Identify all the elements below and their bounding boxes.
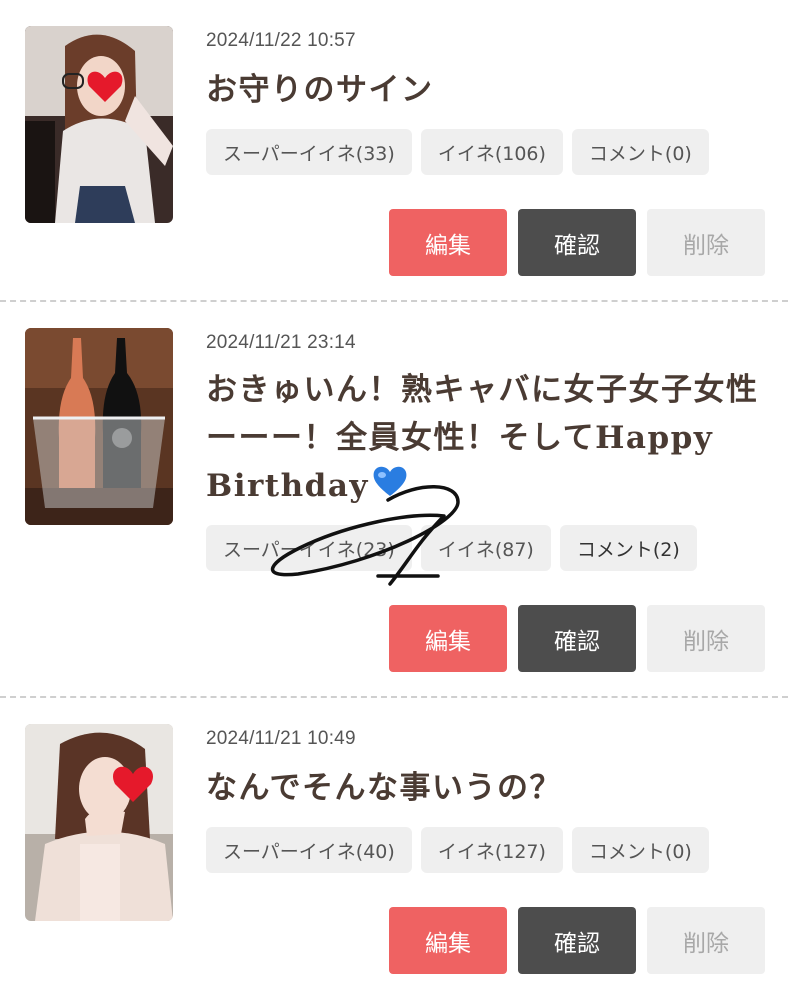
- post-title[interactable]: お守りのサイン: [206, 66, 766, 114]
- like-count[interactable]: イイネ(127): [420, 827, 563, 873]
- post-actions: 編集 確認 削除: [389, 907, 765, 974]
- confirm-button[interactable]: 確認: [518, 907, 636, 974]
- delete-button[interactable]: 削除: [647, 209, 765, 276]
- post-thumbnail[interactable]: [25, 26, 173, 223]
- super-like-count[interactable]: スーパーイイネ(23): [206, 525, 412, 571]
- post-actions: 編集 確認 削除: [389, 209, 765, 276]
- comment-count[interactable]: コメント(0): [571, 129, 709, 175]
- post-card: 2024/11/21 23:14 おきゅいん！熟キャバに女子女子女性ーーー！全員…: [0, 302, 788, 698]
- comment-count[interactable]: コメント(2): [559, 525, 697, 571]
- edit-button[interactable]: 編集: [389, 209, 507, 276]
- super-like-count[interactable]: スーパーイイネ(40): [206, 827, 412, 873]
- post-card: 2024/11/22 10:57 お守りのサイン スーパーイイネ(33) イイネ…: [0, 0, 788, 302]
- delete-button[interactable]: 削除: [647, 605, 765, 672]
- edit-button[interactable]: 編集: [389, 605, 507, 672]
- photo-woman-portrait: [25, 724, 173, 921]
- confirm-button[interactable]: 確認: [518, 209, 636, 276]
- like-count[interactable]: イイネ(106): [420, 129, 563, 175]
- post-actions: 編集 確認 削除: [389, 605, 765, 672]
- post-title-text: おきゅいん！熟キャバに女子女子女性ーーー！全員女性！そしてHappy Birth…: [206, 372, 759, 504]
- delete-button[interactable]: 削除: [647, 907, 765, 974]
- post-stats: スーパーイイネ(40) イイネ(127) コメント(0): [206, 827, 709, 873]
- super-like-count[interactable]: スーパーイイネ(33): [206, 129, 412, 175]
- edit-button[interactable]: 編集: [389, 907, 507, 974]
- blue-heart-icon: [371, 464, 409, 512]
- photo-woman-selfie: [25, 26, 173, 223]
- post-stats: スーパーイイネ(23) イイネ(87) コメント(2): [206, 525, 697, 571]
- post-thumbnail[interactable]: [25, 328, 173, 525]
- like-count[interactable]: イイネ(87): [420, 525, 551, 571]
- comment-count[interactable]: コメント(0): [571, 827, 709, 873]
- photo-champagne-bottles: [25, 328, 173, 525]
- post-card: 2024/11/21 10:49 なんでそんな事いうの？ スーパーイイネ(40)…: [0, 698, 788, 1000]
- post-title[interactable]: おきゅいん！熟キャバに女子女子女性ーーー！全員女性！そしてHappy Birth…: [206, 366, 766, 512]
- post-title[interactable]: なんでそんな事いうの？: [206, 764, 766, 812]
- post-stats: スーパーイイネ(33) イイネ(106) コメント(0): [206, 129, 709, 175]
- confirm-button[interactable]: 確認: [518, 605, 636, 672]
- post-date: 2024/11/21 23:14: [206, 332, 356, 353]
- post-thumbnail[interactable]: [25, 724, 173, 921]
- post-date: 2024/11/21 10:49: [206, 728, 356, 749]
- post-date: 2024/11/22 10:57: [206, 30, 356, 51]
